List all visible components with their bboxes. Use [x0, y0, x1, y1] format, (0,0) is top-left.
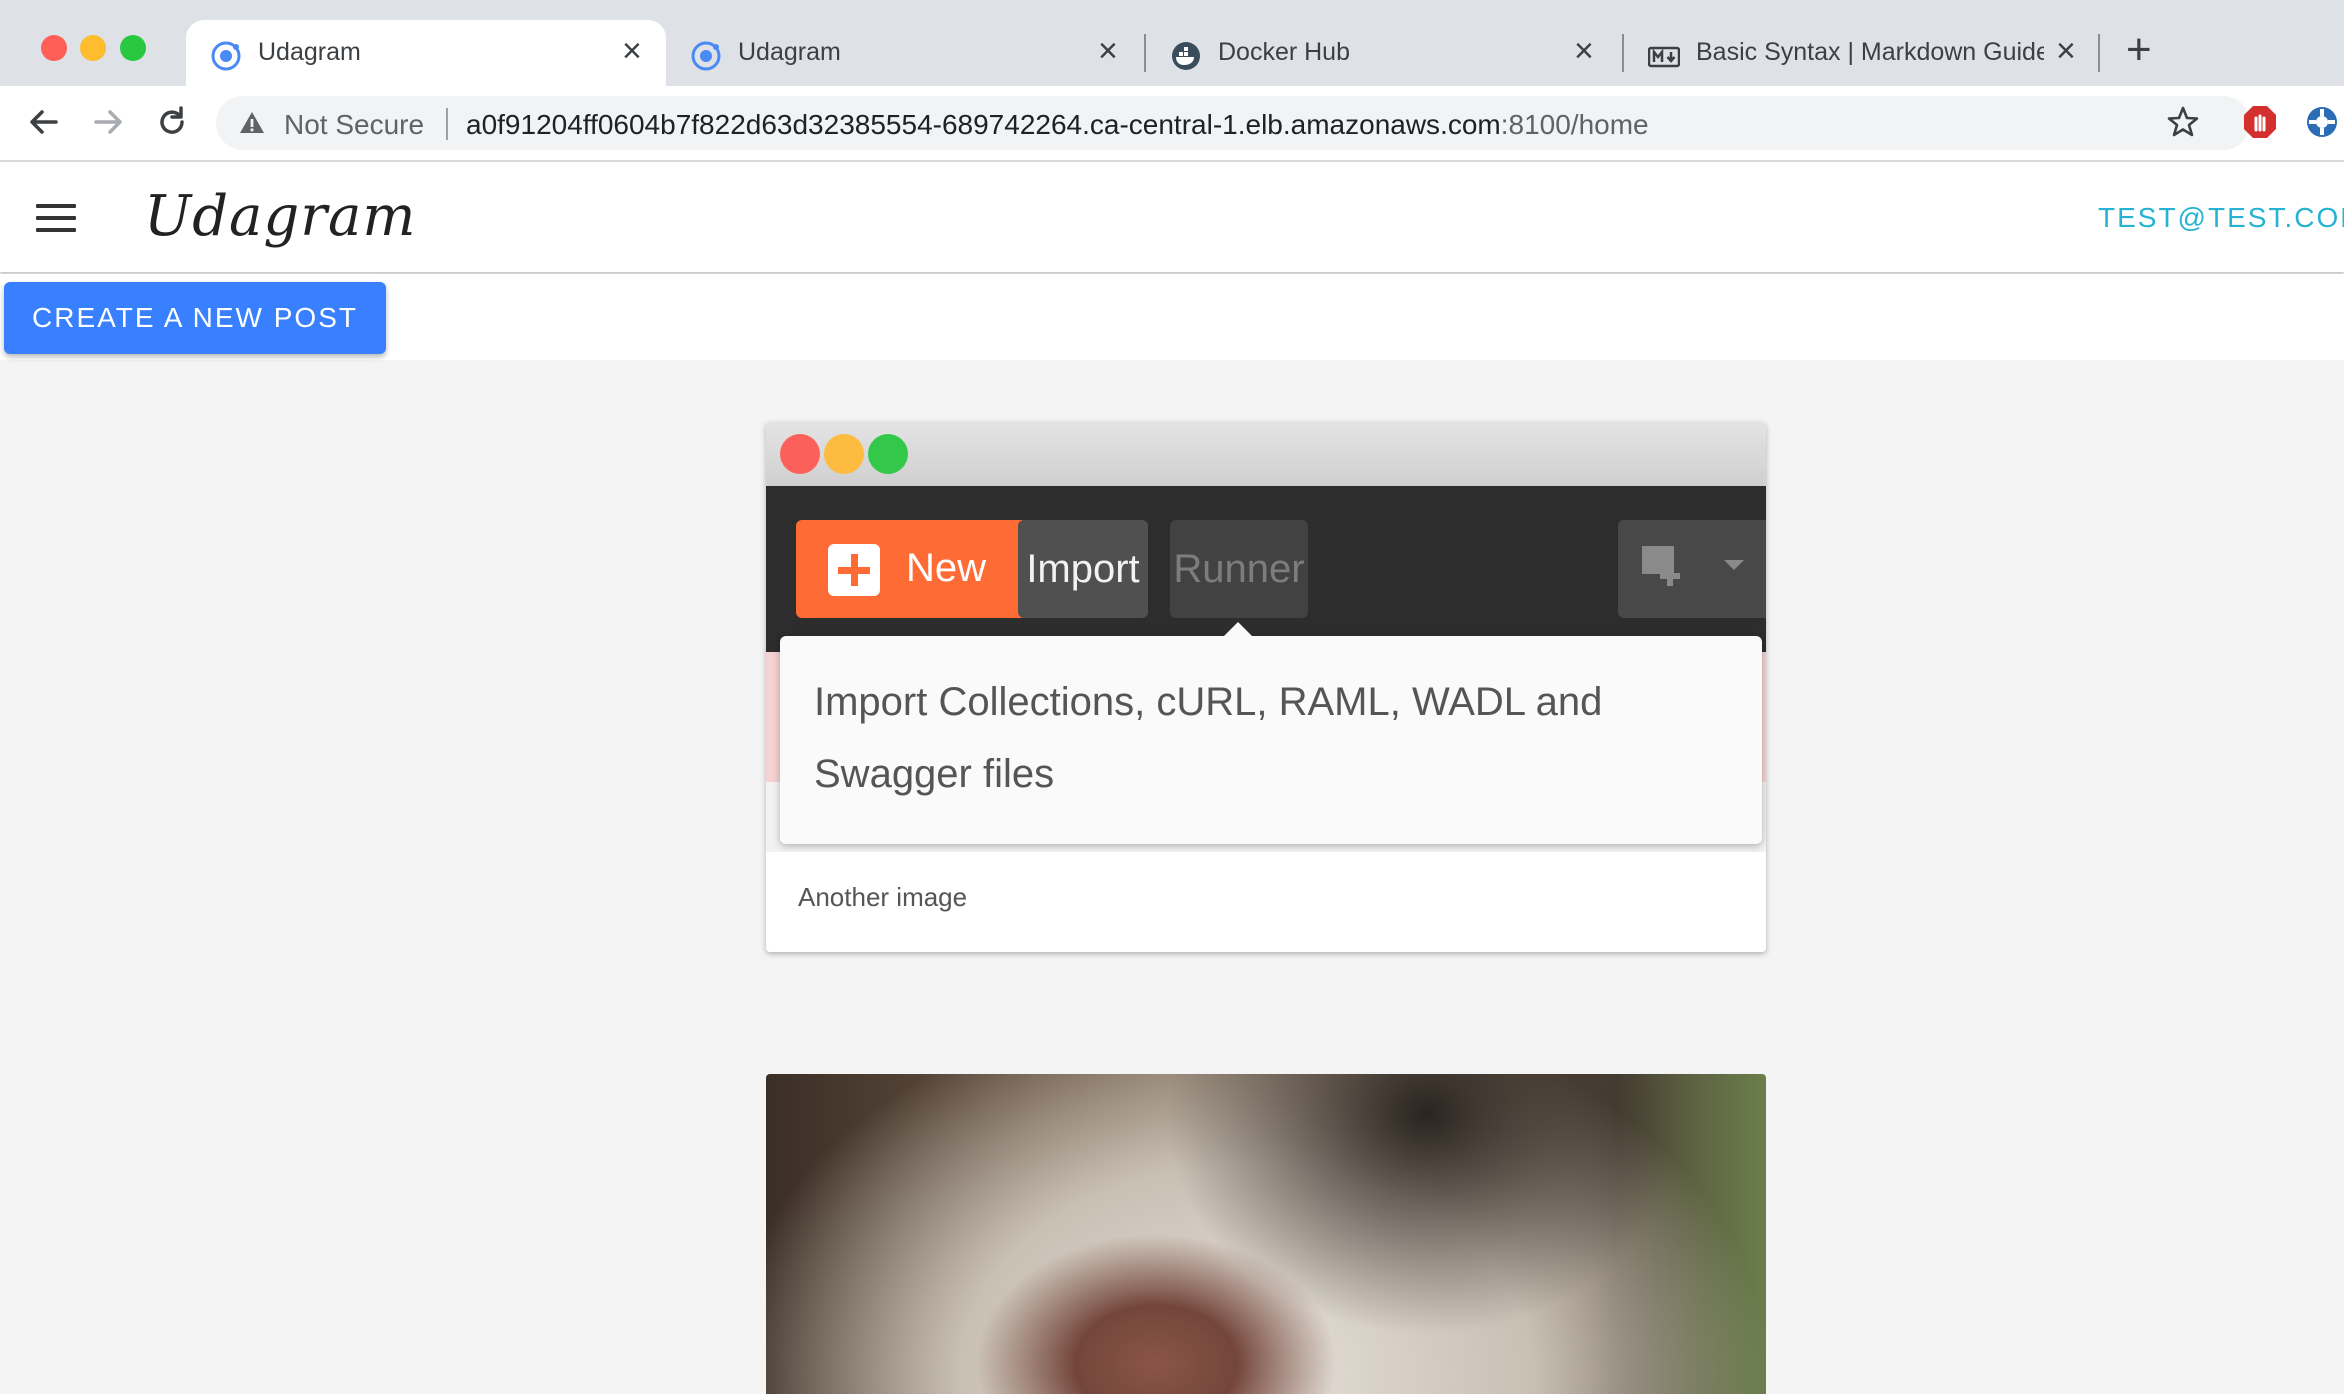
url-path: :8100/home	[1500, 109, 1649, 140]
image-tooltip-text: Import Collections, cURL, RAML, WADL and…	[814, 680, 1603, 796]
image-tooltip: Import Collections, cURL, RAML, WADL and…	[780, 622, 1762, 844]
image-toolbar: New Import Runner	[766, 486, 1766, 652]
url-text[interactable]: a0f91204ff0604b7f822d63d32385554-6897422…	[466, 109, 1649, 141]
plus-icon	[828, 544, 880, 596]
feed-card-photo	[766, 1074, 1766, 1394]
feed-card: New Import Runner Import Collections, cU…	[766, 422, 1766, 952]
image-runner-button: Runner	[1170, 520, 1308, 618]
bookmark-star-icon[interactable]	[2166, 105, 2200, 139]
tab-title: Udagram	[738, 38, 841, 66]
app-logo: Udagram	[144, 184, 417, 249]
red-dot	[780, 434, 820, 474]
post-caption: Another image	[798, 882, 968, 912]
markdown-icon	[1648, 46, 1680, 68]
browser-tab-docker-hub[interactable]: Docker Hub ×	[1146, 20, 1622, 86]
url-host: a0f91204ff0604b7f822d63d32385554-6897422…	[466, 109, 1501, 140]
tab-strip: Udagram × Udagram × Docker Hub × Basic S…	[0, 0, 2344, 86]
image-import-button: Import	[1018, 520, 1148, 618]
yellow-dot	[824, 434, 864, 474]
user-email-link[interactable]: TEST@TEST.COM	[2098, 202, 2344, 234]
udagram-icon	[691, 41, 721, 71]
close-tab-icon[interactable]: ×	[622, 34, 642, 68]
tab-title: Basic Syntax | Markdown Guide	[1696, 38, 2044, 66]
menu-icon[interactable]	[36, 204, 76, 232]
tab-title: Docker Hub	[1218, 38, 1350, 66]
close-tab-icon[interactable]: ×	[1574, 34, 1594, 68]
image-window-button	[1618, 520, 1766, 618]
browser-toolbar: Not Secure a0f91204ff0604b7f822d63d32385…	[0, 86, 2344, 162]
browser-tab-udagram[interactable]: Udagram ×	[666, 20, 1144, 86]
browser-tab-udagram-active[interactable]: Udagram ×	[186, 20, 666, 86]
reload-icon[interactable]	[150, 100, 194, 144]
app-header: Udagram TEST@TEST.COM	[0, 162, 2344, 272]
tab-divider	[2098, 34, 2100, 72]
address-divider	[446, 108, 448, 140]
window-minimize-button[interactable]	[80, 35, 106, 61]
warning-triangle-icon[interactable]	[238, 109, 266, 137]
forward-arrow-icon[interactable]	[86, 100, 130, 144]
browser-tab-markdown-guide[interactable]: Basic Syntax | Markdown Guide ×	[1624, 20, 2100, 86]
green-dot	[868, 434, 908, 474]
tab-title: Udagram	[258, 38, 361, 66]
create-post-button[interactable]: CREATE A NEW POST	[4, 282, 386, 354]
new-tab-button[interactable]: +	[2126, 28, 2152, 72]
close-tab-icon[interactable]: ×	[2056, 34, 2076, 68]
window-zoom-button[interactable]	[120, 35, 146, 61]
post-image: New Import Runner Import Collections, cU…	[766, 422, 1766, 852]
image-new-label: New	[906, 546, 987, 590]
window-close-button[interactable]	[41, 35, 67, 61]
udagram-icon	[211, 41, 241, 71]
extension-icon[interactable]	[2304, 104, 2340, 140]
tooltip-arrow	[1224, 622, 1252, 636]
security-label[interactable]: Not Secure	[284, 109, 424, 141]
new-window-icon	[1642, 546, 1744, 586]
docker-icon	[1172, 42, 1200, 70]
back-arrow-icon[interactable]	[22, 100, 66, 144]
close-tab-icon[interactable]: ×	[1098, 34, 1118, 68]
image-window-titlebar	[766, 422, 1766, 486]
adblock-extension-icon[interactable]	[2242, 104, 2278, 140]
address-bar[interactable]: Not Secure a0f91204ff0604b7f822d63d32385…	[216, 96, 2250, 150]
